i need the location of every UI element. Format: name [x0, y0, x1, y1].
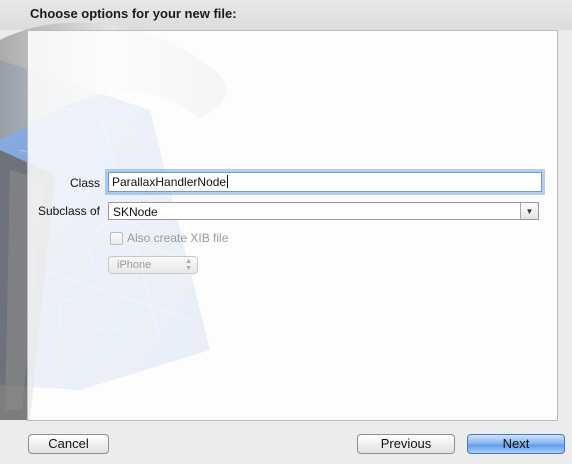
- subclass-value: SKNode: [113, 205, 158, 219]
- text-caret: [227, 175, 229, 188]
- device-family-popup[interactable]: iPhone ▲ ▼: [108, 256, 198, 274]
- xib-checkbox[interactable]: [110, 232, 123, 245]
- cancel-button[interactable]: Cancel: [28, 434, 109, 454]
- options-panel: [27, 30, 558, 421]
- class-name-input[interactable]: ParallaxHandlerNode: [108, 172, 542, 192]
- subclass-label: Subclass of: [37, 204, 100, 218]
- previous-button[interactable]: Previous: [357, 434, 455, 454]
- class-name-value: ParallaxHandlerNode: [112, 175, 227, 189]
- device-value: iPhone: [117, 259, 152, 271]
- chevron-down-icon[interactable]: ▼: [520, 203, 538, 219]
- xib-checkbox-label: Also create XIB file: [127, 231, 229, 245]
- up-down-arrows-icon: ▲ ▼: [185, 258, 192, 272]
- subclass-combo-box[interactable]: SKNode ▼: [108, 202, 539, 220]
- next-button[interactable]: Next: [467, 434, 565, 454]
- class-label: Class: [69, 176, 100, 190]
